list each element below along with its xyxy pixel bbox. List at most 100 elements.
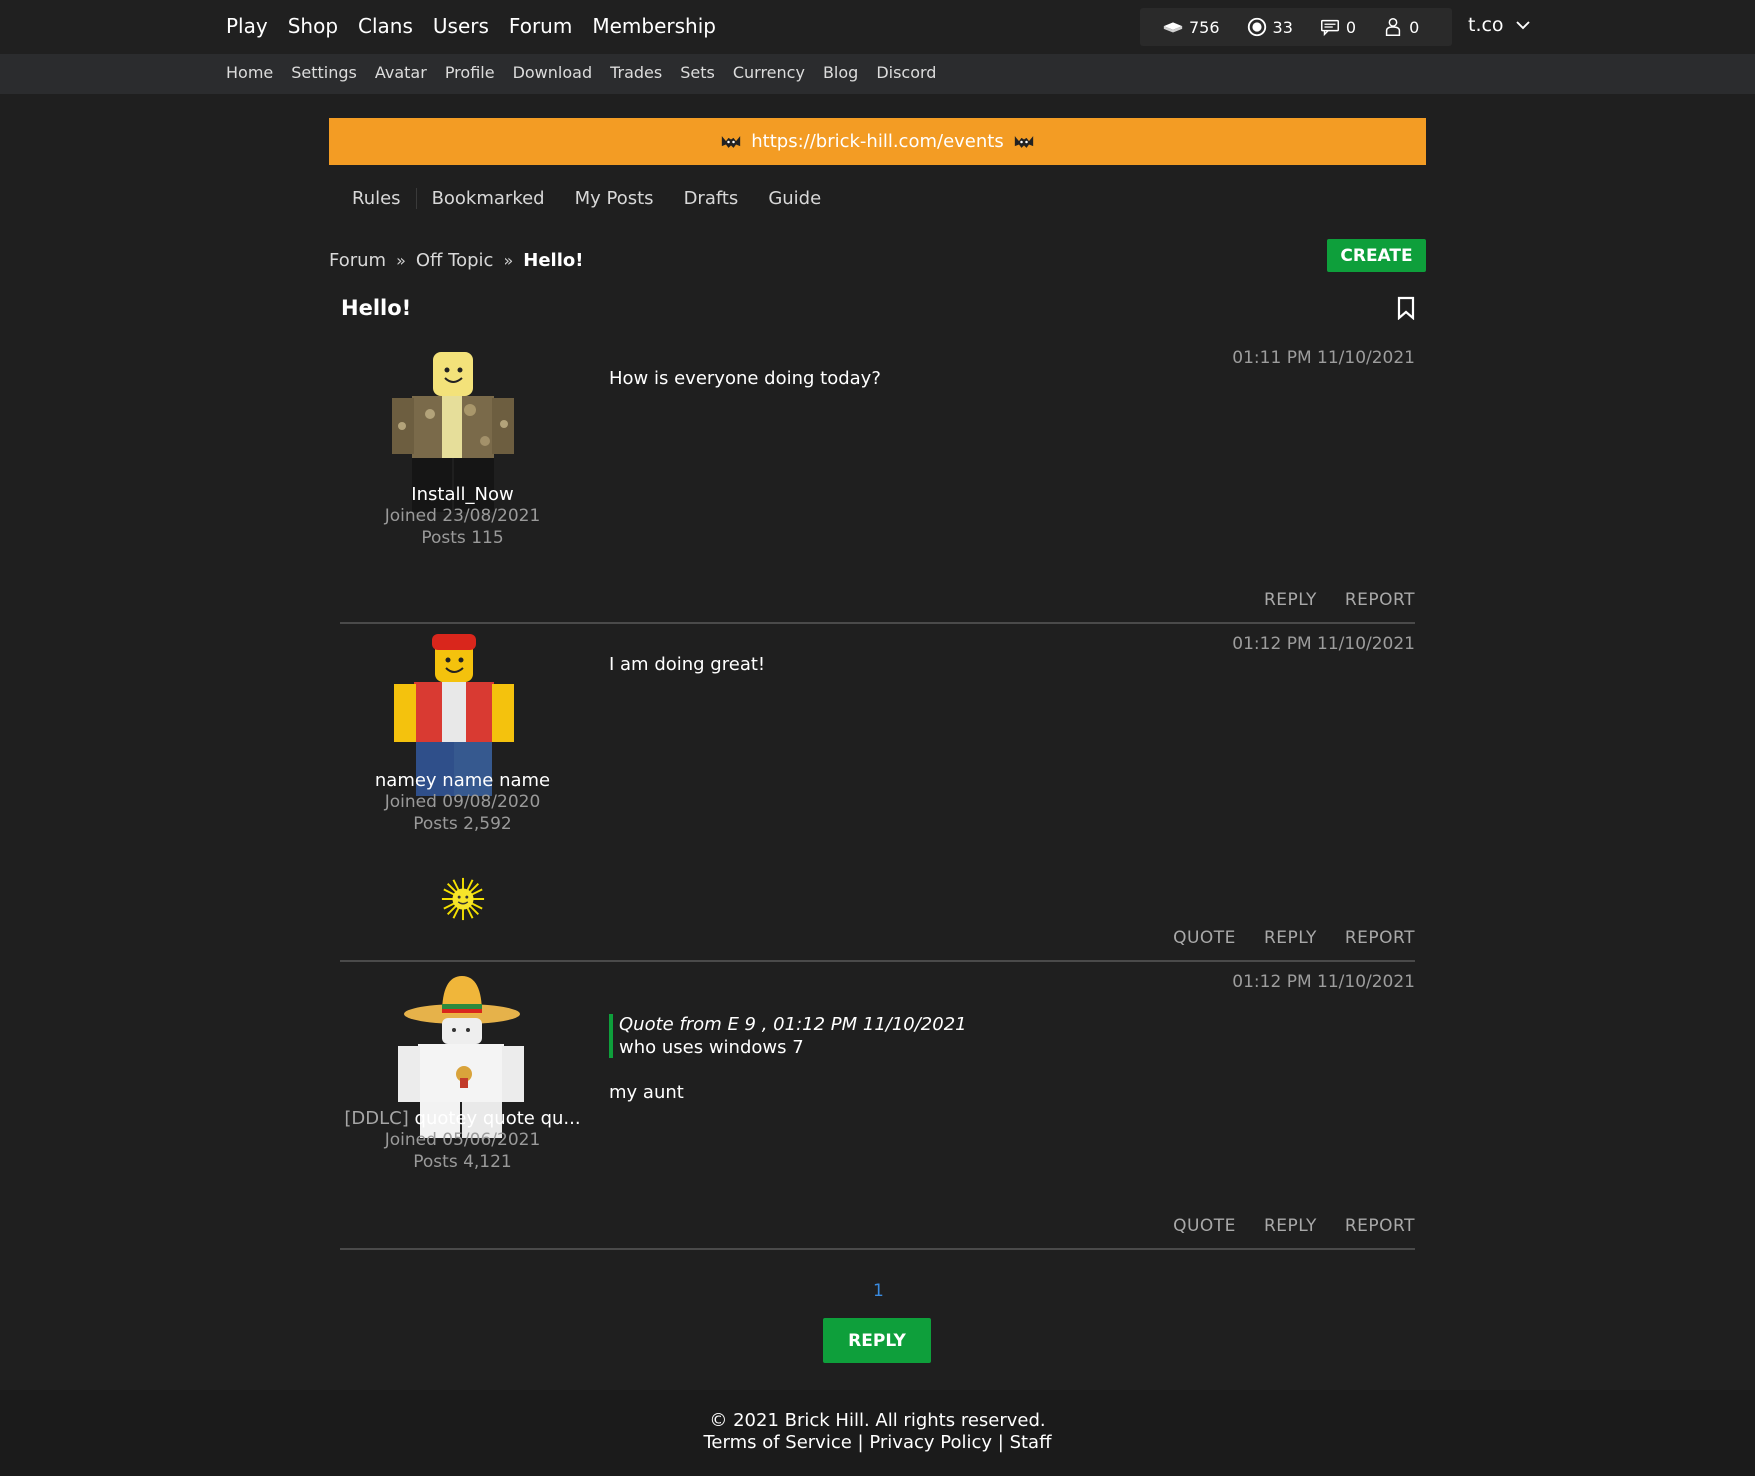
copyright: © 2021 Brick Hill. All rights reserved. [709, 1410, 1046, 1431]
thread-title: Hello! [341, 296, 412, 320]
nav-users[interactable]: Users [433, 14, 489, 38]
report-link[interactable]: REPORT [1345, 590, 1415, 610]
double-chevron-right-icon: » [396, 251, 406, 270]
post-actions: QUOTE REPLY REPORT [1173, 928, 1415, 948]
subnav-home[interactable]: Home [226, 63, 273, 82]
quote-text: who uses windows 7 [619, 1037, 804, 1058]
subnav-settings[interactable]: Settings [291, 63, 357, 82]
subnav-discord[interactable]: Discord [876, 63, 936, 82]
friends-icon [1385, 18, 1401, 36]
footer-links: Terms of Service | Privacy Policy | Staf… [0, 1432, 1755, 1453]
post-username[interactable]: namey name name [340, 770, 585, 791]
bat-icon [722, 135, 741, 148]
create-button[interactable]: CREATE [1327, 239, 1426, 272]
post-quote: Quote from E 9 , 01:12 PM 11/10/2021 who… [609, 1014, 967, 1058]
bucks-icon [1163, 22, 1183, 33]
bookmark-icon[interactable] [1396, 296, 1416, 320]
subnav-currency[interactable]: Currency [733, 63, 805, 82]
user-joined: Joined 05/06/2021 [384, 1130, 541, 1150]
post-3: [DDLC] quotey quote qu... Joined 05/06/2… [340, 964, 1415, 1250]
nav-shop[interactable]: Shop [288, 14, 338, 38]
breadcrumb: Forum » Off Topic » Hello! [329, 250, 583, 271]
bits-stat[interactable]: 33 [1246, 16, 1293, 38]
breadcrumb-forum[interactable]: Forum [329, 250, 386, 271]
username-text[interactable]: quotey quote qu... [415, 1108, 581, 1129]
username-text[interactable]: namey name name [375, 770, 550, 791]
subnav-sets[interactable]: Sets [680, 63, 715, 82]
bucks-stat[interactable]: 756 [1162, 16, 1220, 38]
post-body: I am doing great! [609, 654, 766, 675]
currency-stats: 756 33 0 0 [1140, 8, 1452, 46]
tab-bookmarked[interactable]: Bookmarked [417, 188, 560, 209]
forum-tabs: Rules Bookmarked My Posts Drafts Guide [337, 188, 836, 209]
reply-link[interactable]: REPLY [1264, 1216, 1317, 1236]
subnav-trades[interactable]: Trades [610, 63, 662, 82]
user-post-count: Posts 2,592 [413, 814, 512, 834]
footer-separator: | [997, 1432, 1004, 1453]
staff-link[interactable]: Staff [1010, 1432, 1052, 1453]
breadcrumb-current: Hello! [523, 250, 584, 271]
tab-rules[interactable]: Rules [337, 188, 417, 209]
messages-count: 0 [1345, 17, 1357, 37]
username-label: t.co [1468, 14, 1504, 36]
post-1: Install_Now Joined 23/08/2021 Posts 115 … [340, 340, 1415, 624]
tab-guide[interactable]: Guide [753, 188, 836, 209]
bat-icon [1014, 135, 1033, 148]
page-number[interactable]: 1 [873, 1281, 884, 1301]
subnav-avatar[interactable]: Avatar [375, 63, 427, 82]
reply-link[interactable]: REPLY [1264, 590, 1317, 610]
friends-stat[interactable]: 0 [1382, 16, 1419, 38]
bucks-count: 756 [1189, 17, 1220, 37]
friends-count: 0 [1409, 17, 1420, 37]
user-post-count: Posts 4,121 [413, 1152, 512, 1172]
tab-drafts[interactable]: Drafts [669, 188, 754, 209]
footer: © 2021 Brick Hill. All rights reserved. … [0, 1390, 1755, 1476]
user-menu[interactable]: t.co [1468, 14, 1532, 36]
report-link[interactable]: REPORT [1345, 928, 1415, 948]
sun-badge-icon [441, 877, 485, 921]
user-joined: Joined 23/08/2021 [384, 506, 541, 526]
nav-play[interactable]: Play [226, 14, 268, 38]
nav-membership[interactable]: Membership [592, 14, 716, 38]
post-actions: QUOTE REPLY REPORT [1173, 1216, 1415, 1236]
post-2: namey name name Joined 09/08/2020 Posts … [340, 626, 1415, 962]
subnav-download[interactable]: Download [513, 63, 593, 82]
quote-link[interactable]: QUOTE [1173, 1216, 1236, 1236]
clan-tag[interactable]: [DDLC] [344, 1108, 408, 1129]
post-actions: REPLY REPORT [1264, 590, 1415, 610]
reply-button[interactable]: REPLY [823, 1318, 931, 1363]
post-timestamp: 01:11 PM 11/10/2021 [1232, 348, 1415, 368]
sub-nav: Home Settings Avatar Profile Download Tr… [226, 63, 936, 82]
bits-count: 33 [1272, 17, 1293, 37]
footer-separator: | [857, 1432, 864, 1453]
username-text[interactable]: Install_Now [411, 484, 513, 505]
main-nav: Play Shop Clans Users Forum Membership [226, 14, 716, 38]
subnav-blog[interactable]: Blog [823, 63, 858, 82]
post-username[interactable]: [DDLC] quotey quote qu... [340, 1108, 585, 1129]
terms-link[interactable]: Terms of Service [703, 1432, 851, 1453]
nav-forum[interactable]: Forum [509, 14, 572, 38]
events-banner[interactable]: https://brick-hill.com/events [329, 118, 1426, 165]
post-username[interactable]: Install_Now [340, 484, 585, 505]
messages-stat[interactable]: 0 [1319, 16, 1356, 38]
reply-link[interactable]: REPLY [1264, 928, 1317, 948]
bits-icon [1247, 17, 1266, 37]
banner-link[interactable]: https://brick-hill.com/events [751, 131, 1003, 152]
post-body: my aunt [609, 1082, 684, 1103]
user-joined: Joined 09/08/2020 [384, 792, 541, 812]
messages-icon [1320, 19, 1339, 37]
report-link[interactable]: REPORT [1345, 1216, 1415, 1236]
privacy-link[interactable]: Privacy Policy [869, 1432, 992, 1453]
tab-my-posts[interactable]: My Posts [560, 188, 669, 209]
top-navbar: Play Shop Clans Users Forum Membership 7… [0, 0, 1755, 54]
post-body: How is everyone doing today? [609, 368, 881, 389]
chevron-down-icon [1515, 21, 1530, 30]
nav-clans[interactable]: Clans [358, 14, 413, 38]
quote-link[interactable]: QUOTE [1173, 928, 1236, 948]
user-post-count: Posts 115 [421, 528, 504, 548]
quote-header: Quote from E 9 , 01:12 PM 11/10/2021 [619, 1014, 967, 1035]
post-timestamp: 01:12 PM 11/10/2021 [1232, 972, 1415, 992]
breadcrumb-category[interactable]: Off Topic [416, 250, 494, 271]
subnav-profile[interactable]: Profile [445, 63, 495, 82]
sub-navbar: Home Settings Avatar Profile Download Tr… [0, 54, 1755, 94]
